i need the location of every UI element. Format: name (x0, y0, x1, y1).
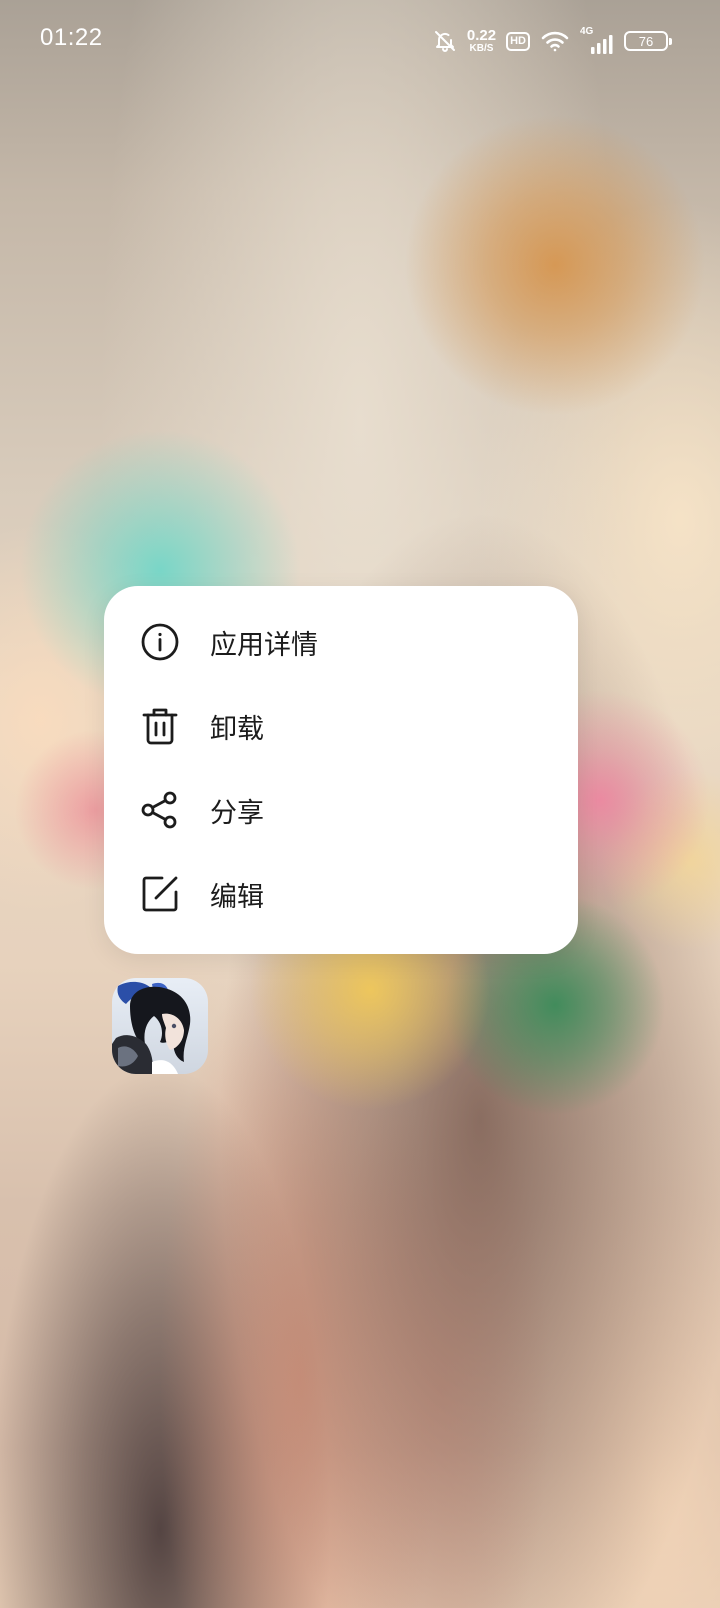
menu-item-app-details[interactable]: 应用详情 (104, 600, 578, 684)
menu-item-edit[interactable]: 编辑 (104, 852, 578, 936)
menu-item-label: 应用详情 (210, 629, 318, 661)
menu-item-label: 卸载 (210, 713, 264, 745)
battery-level: 76 (638, 33, 654, 49)
network-speed-unit: KB/S (469, 43, 494, 54)
network-speed-value: 0.22 (466, 27, 497, 44)
status-bar: 01:22 0.22 KB/S HD 4G 76 (0, 0, 720, 84)
bell-off-icon (433, 29, 457, 53)
signal-icon: 4G (580, 26, 614, 54)
menu-item-label: 分享 (210, 797, 264, 829)
menu-item-share[interactable]: 分享 (104, 768, 578, 852)
app-context-menu: 应用详情 卸载 分享 编辑 (104, 586, 578, 954)
menu-item-label: 编辑 (210, 881, 264, 913)
status-icons: 0.22 KB/S HD 4G 76 (433, 26, 672, 56)
wifi-icon (540, 29, 570, 53)
info-icon (140, 622, 180, 662)
home-screen: 01:22 0.22 KB/S HD 4G 76 应用详情 卸载 分享 编辑 (0, 0, 720, 1608)
share-icon (140, 790, 180, 830)
app-icon[interactable] (112, 978, 208, 1074)
status-clock: 01:22 (40, 24, 103, 51)
edit-icon (140, 874, 180, 914)
trash-icon (140, 706, 180, 746)
hd-badge: HD (506, 31, 530, 51)
menu-item-uninstall[interactable]: 卸载 (104, 684, 578, 768)
network-speed: 0.22 KB/S (467, 28, 496, 54)
battery-icon: 76 (624, 31, 672, 51)
